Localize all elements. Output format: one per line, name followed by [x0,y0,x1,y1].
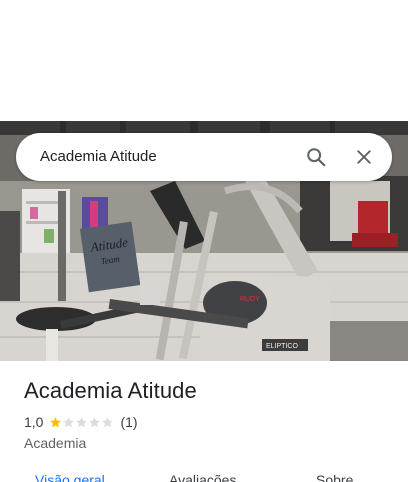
tab-reviews[interactable]: Avaliações [169,472,236,482]
search-button[interactable] [302,143,330,171]
tab-overview[interactable]: Visão geral [35,472,105,482]
place-category[interactable]: Academia [24,435,86,451]
place-tabs: Visão geral Avaliações Sobre [0,472,408,482]
close-icon [357,150,371,164]
rating-value: 1,0 [24,414,44,430]
star-empty-icon [89,416,101,427]
search-icon [307,148,326,167]
star-filled-icon [50,416,62,427]
search-input[interactable]: Academia Atitude [40,133,157,181]
clear-search-button[interactable] [350,143,378,171]
place-title: Academia Atitude [24,378,197,403]
tab-about[interactable]: Sobre [316,472,353,482]
star-empty-icon [102,416,114,427]
rating-stars [49,416,114,429]
svg-text:ELIPTICO: ELIPTICO [266,343,298,350]
svg-text:RUDY: RUDY [240,296,260,303]
search-bar[interactable]: Academia Atitude [16,133,392,181]
place-info-panel: Academia Atitude 1,0 (1) Academia Visão … [0,361,408,482]
map-top-area [0,0,408,121]
star-empty-icon [76,416,88,427]
star-empty-icon [63,416,75,427]
review-count[interactable]: (1) [120,414,137,430]
rating-row[interactable]: 1,0 (1) [24,414,138,430]
